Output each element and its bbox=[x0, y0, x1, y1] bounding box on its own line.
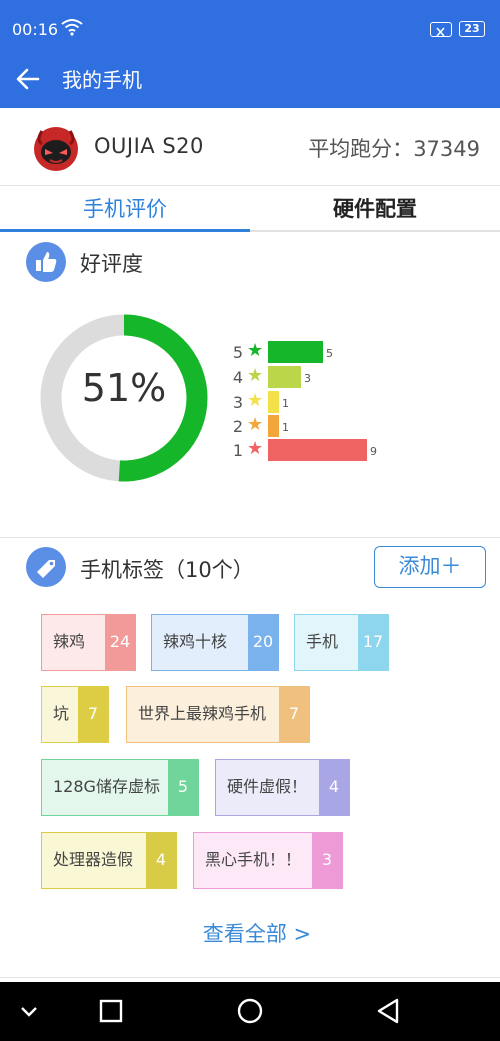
rating-count: 1 bbox=[282, 397, 289, 410]
tag-icon bbox=[26, 547, 66, 587]
rating-star-level: 2 bbox=[232, 417, 244, 436]
star-icon: ★ bbox=[247, 365, 264, 386]
rating-star-level: 4 bbox=[232, 368, 244, 387]
no-sim-icon bbox=[430, 22, 452, 37]
tag-label: 辣鸡十核 bbox=[163, 632, 228, 651]
rating-count: 5 bbox=[326, 347, 333, 360]
rating-row: 1 ★ 9 bbox=[232, 439, 392, 461]
home-icon[interactable] bbox=[235, 996, 265, 1026]
tag-label: 128G储存虚标 bbox=[53, 777, 160, 796]
score-value: 37349 bbox=[413, 137, 480, 161]
status-bar: 00:16 23 bbox=[0, 0, 500, 58]
rating-row: 2 ★ 1 bbox=[232, 415, 392, 437]
back-triangle-icon[interactable] bbox=[373, 996, 403, 1026]
tag-label: 辣鸡 bbox=[53, 632, 86, 651]
thumbs-up-icon bbox=[26, 242, 66, 282]
page-title: 我的手机 bbox=[62, 68, 142, 92]
device-name: OUJIA S20 bbox=[94, 134, 204, 158]
tag-chip[interactable]: 世界上最辣鸡手机 7 bbox=[126, 686, 310, 743]
rating-count: 1 bbox=[282, 421, 289, 434]
tag-chip[interactable]: 坑7 bbox=[41, 686, 109, 743]
rating-row: 3 ★ 1 bbox=[232, 391, 392, 413]
rating-star-level: 3 bbox=[232, 393, 244, 412]
recent-apps-icon[interactable] bbox=[96, 996, 126, 1026]
tab-hardware-config[interactable]: 硬件配置 bbox=[250, 186, 500, 232]
tab-phone-review[interactable]: 手机评价 bbox=[0, 186, 250, 232]
app-bar: 我的手机 bbox=[0, 58, 500, 108]
rating-bar bbox=[268, 341, 323, 363]
tag-label: 世界上最辣鸡手机 bbox=[138, 704, 267, 723]
tag-count: 5 bbox=[168, 760, 198, 815]
chevron-down-icon[interactable] bbox=[14, 996, 44, 1026]
star-icon: ★ bbox=[247, 340, 264, 361]
tag-count: 4 bbox=[146, 833, 176, 888]
star-icon: ★ bbox=[247, 438, 264, 459]
tag-chip[interactable]: 128G储存虚标 5 bbox=[41, 759, 199, 816]
rating-count: 3 bbox=[304, 372, 311, 385]
tag-chip[interactable]: 黑心手机！！ 3 bbox=[193, 832, 343, 889]
antutu-logo-icon bbox=[32, 122, 80, 176]
rating-percent: 51% bbox=[81, 366, 167, 410]
tag-chip[interactable]: 辣鸡十核 20 bbox=[151, 614, 279, 671]
view-all-link[interactable]: 查看全部 > bbox=[0, 918, 500, 948]
add-tag-button[interactable]: 添加＋ bbox=[374, 546, 486, 588]
rating-section-title: 好评度 bbox=[80, 252, 143, 276]
tab-bar: 手机评价 硬件配置 bbox=[0, 186, 500, 232]
section-divider bbox=[0, 537, 500, 538]
battery-icon: 23 bbox=[459, 21, 485, 37]
tag-chip[interactable]: 辣鸡 24 bbox=[41, 614, 136, 671]
rating-count: 9 bbox=[370, 445, 377, 458]
tag-chip[interactable]: 硬件虚假！ 4 bbox=[215, 759, 350, 816]
tag-label: 坑 bbox=[53, 704, 70, 723]
tag-count: 7 bbox=[78, 687, 108, 742]
device-header: OUJIA S20 平均跑分：37349 bbox=[0, 108, 500, 186]
score-label: 平均跑分： bbox=[308, 137, 414, 161]
rating-bar bbox=[268, 439, 367, 461]
tag-chip[interactable]: 手机 17 bbox=[294, 614, 389, 671]
star-icon: ★ bbox=[247, 390, 264, 411]
rating-star-level: 1 bbox=[232, 441, 244, 460]
tag-count: 3 bbox=[312, 833, 342, 888]
star-icon: ★ bbox=[247, 414, 264, 435]
tag-count: 17 bbox=[358, 615, 388, 670]
back-arrow-icon[interactable] bbox=[14, 62, 42, 100]
rating-star-level: 5 bbox=[232, 343, 244, 362]
tag-label: 手机 bbox=[306, 632, 339, 651]
tag-count: 20 bbox=[248, 615, 278, 670]
system-nav-bar bbox=[0, 982, 500, 1041]
tag-label: 黑心手机！！ bbox=[205, 850, 302, 869]
rating-bar bbox=[268, 415, 279, 437]
rating-bar bbox=[268, 391, 279, 413]
tag-count: 4 bbox=[319, 760, 349, 815]
rating-row: 4 ★ 3 bbox=[232, 366, 392, 388]
tag-count: 24 bbox=[105, 615, 135, 670]
tag-count: 7 bbox=[279, 687, 309, 742]
wifi-icon bbox=[60, 18, 84, 40]
tags-section-title: 手机标签（10个） bbox=[80, 558, 254, 582]
tag-chip[interactable]: 处理器造假 4 bbox=[41, 832, 177, 889]
average-score: 平均跑分：37349 bbox=[308, 133, 480, 163]
tag-label: 处理器造假 bbox=[53, 850, 134, 869]
rating-bar bbox=[268, 366, 301, 388]
tag-label: 硬件虚假！ bbox=[227, 777, 308, 796]
status-time: 00:16 bbox=[12, 20, 59, 39]
rating-row: 5 ★ 5 bbox=[232, 341, 392, 363]
bottom-divider bbox=[0, 977, 500, 978]
